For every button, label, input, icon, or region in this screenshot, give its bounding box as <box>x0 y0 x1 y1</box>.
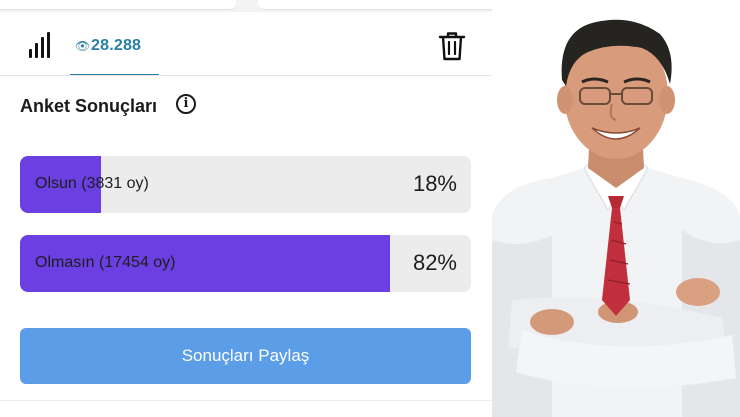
top-edge-cards <box>0 0 492 12</box>
portrait-photo <box>492 0 740 417</box>
view-count: 28.288 <box>91 37 142 54</box>
poll-option-olmasin[interactable]: Olmasın (17454 oy) 82% <box>20 235 471 292</box>
top-card-left <box>0 0 236 10</box>
bar-chart-icon[interactable] <box>27 32 53 58</box>
top-card-right <box>258 0 492 10</box>
poll-option-percent: 18% <box>412 171 457 196</box>
poll-results-title: Anket Sonuçları <box>20 96 158 116</box>
man-portrait-image <box>492 19 740 417</box>
poll-option-label: Olsun (3831 oy) <box>35 175 149 192</box>
poll-option-olsun[interactable]: Olsun (3831 oy) 18% <box>20 156 471 213</box>
poll-option-percent: 82% <box>412 250 457 275</box>
poll-panel: 👁 28.288 Anket Sonuçları i Olsun (3831 o… <box>0 0 492 417</box>
tab-views[interactable]: 👁 28.288 <box>70 24 159 76</box>
bottom-divider <box>0 400 492 401</box>
share-results-button[interactable]: Sonuçları Paylaş <box>20 328 471 384</box>
header-divider <box>0 75 492 76</box>
trash-icon[interactable] <box>437 30 467 62</box>
poll-tab-bar: 👁 28.288 <box>0 12 492 76</box>
eye-icon: 👁 <box>75 39 91 53</box>
poll-option-label: Olmasın (17454 oy) <box>35 254 176 271</box>
info-icon[interactable]: i <box>176 94 196 114</box>
